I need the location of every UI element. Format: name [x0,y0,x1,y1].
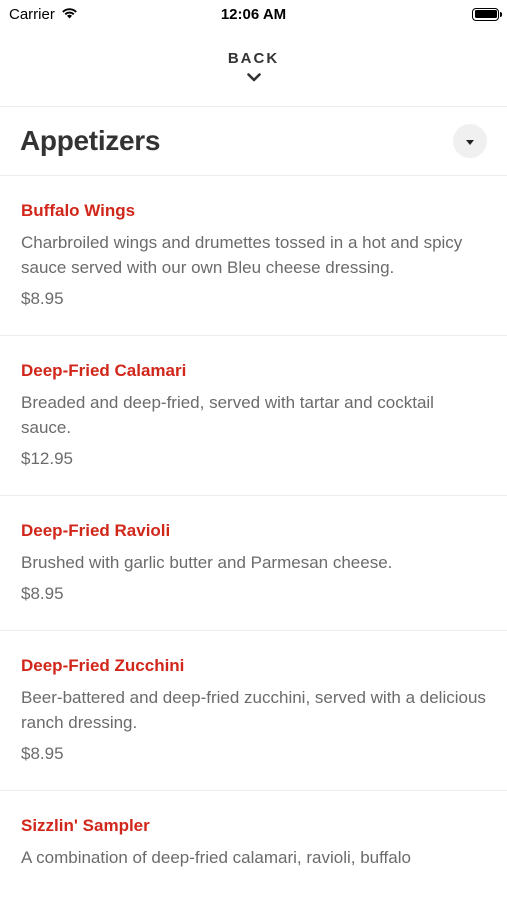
menu-item[interactable]: Deep-Fried Calamari Breaded and deep-fri… [0,336,507,496]
status-bar: Carrier 12:06 AM [0,0,507,28]
menu-list: Buffalo Wings Charbroiled wings and drum… [0,176,507,900]
menu-item-description: Charbroiled wings and drumettes tossed i… [21,233,463,277]
carrier-label: Carrier [9,5,55,23]
wifi-icon [61,6,78,23]
section-header: Appetizers [0,107,507,175]
menu-item-price: $8.95 [21,584,64,603]
menu-item-name: Buffalo Wings [21,201,136,220]
back-label: BACK [227,50,280,67]
menu-item[interactable]: Buffalo Wings Charbroiled wings and drum… [0,176,507,336]
menu-item-name: Deep-Fried Zucchini [21,656,185,675]
battery-icon [472,7,502,21]
chevron-down-icon [246,69,261,87]
menu-item-description: Beer-battered and deep-fried zucchini, s… [21,688,486,732]
menu-item-price: $8.95 [21,289,64,308]
menu-item-description: Brushed with garlic butter and Parmesan … [21,553,393,572]
menu-item-price: $12.95 [21,449,73,468]
back-button[interactable]: BACK [0,40,507,106]
section-toggle-button[interactable] [453,124,487,158]
menu-item-name: Deep-Fried Calamari [21,361,187,380]
menu-item[interactable]: Sizzlin' Sampler A combination of deep-f… [0,791,507,900]
section-title: Appetizers [20,125,161,156]
status-left: Carrier [9,6,78,23]
menu-item[interactable]: Deep-Fried Zucchini Beer-battered and de… [0,631,507,791]
menu-item-name: Deep-Fried Ravioli [21,521,171,540]
menu-item-description: A combination of deep-fried calamari, ra… [21,848,411,867]
caret-down-icon [466,132,474,150]
menu-item-name: Sizzlin' Sampler [21,816,150,835]
menu-item-description: Breaded and deep-fried, served with tart… [21,393,434,437]
menu-item-price: $8.95 [21,744,64,763]
menu-item[interactable]: Deep-Fried Ravioli Brushed with garlic b… [0,496,507,631]
